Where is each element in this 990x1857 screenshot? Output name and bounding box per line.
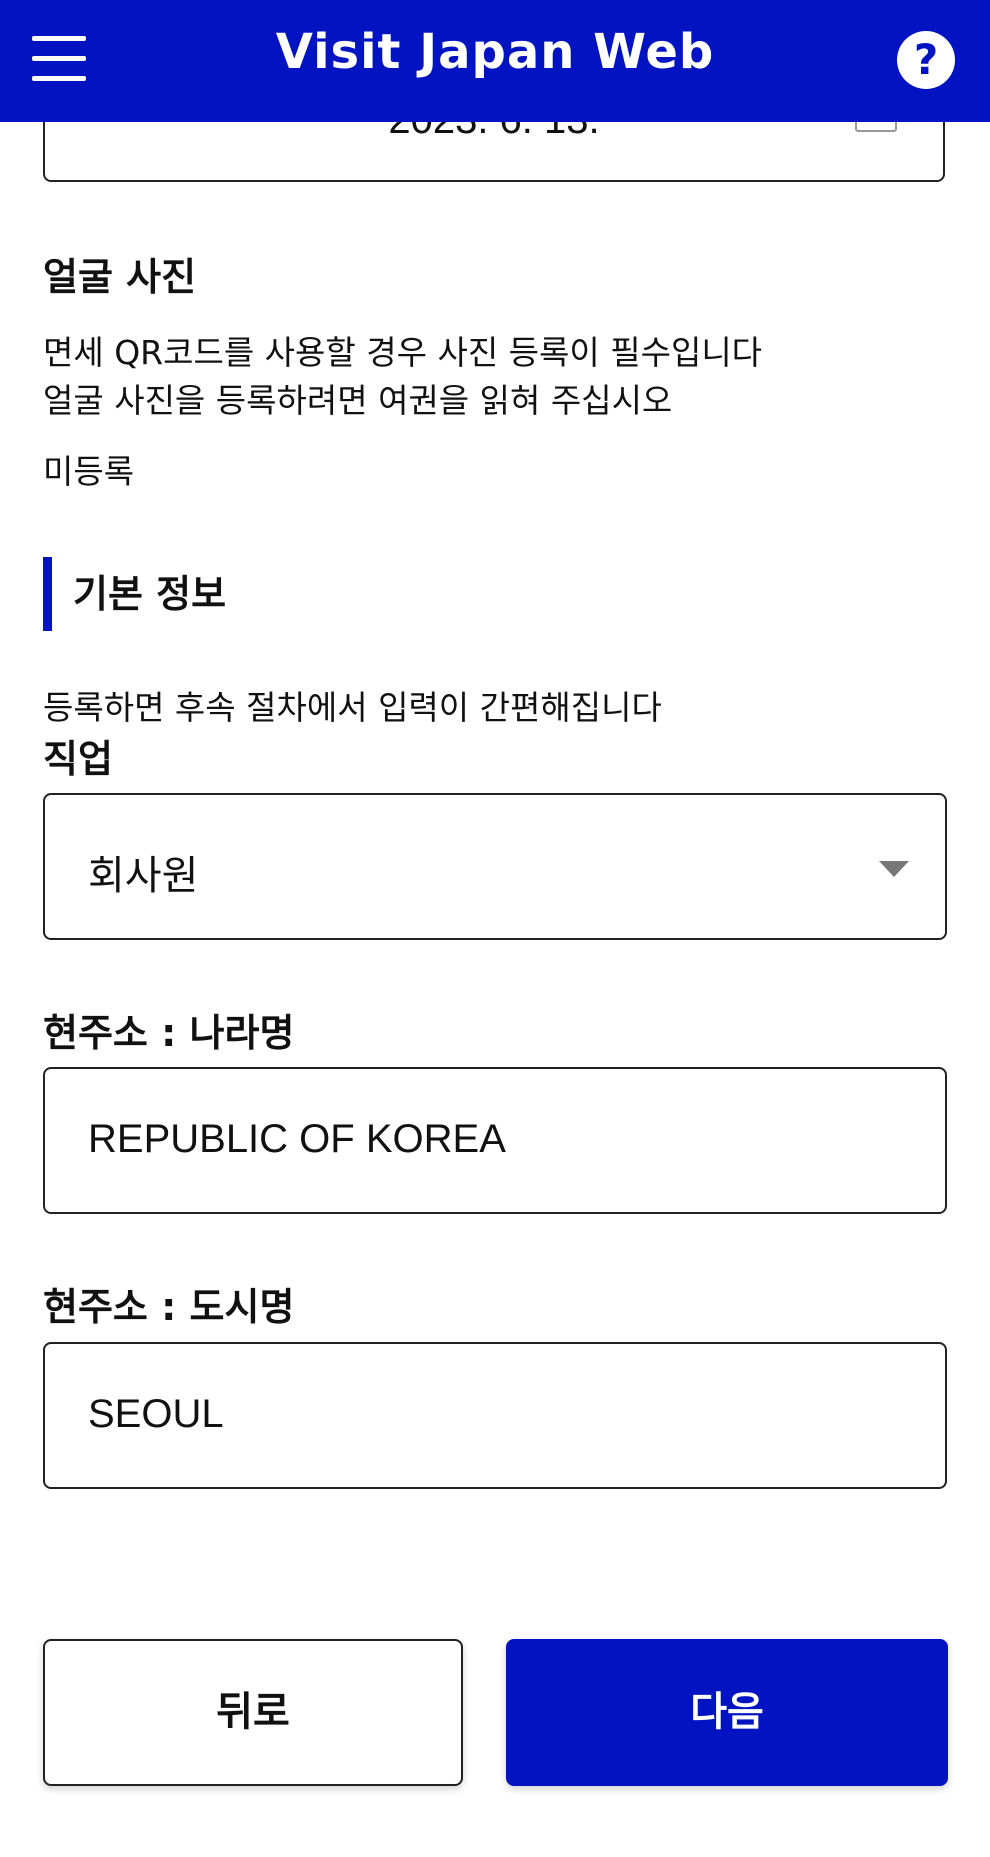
face-photo-status: 미등록 bbox=[43, 452, 135, 491]
app-title: Visit Japan Web bbox=[275, 24, 715, 80]
country-value: REPUBLIC OF KOREA bbox=[88, 1117, 506, 1161]
country-input[interactable]: REPUBLIC OF KOREA bbox=[43, 1067, 947, 1214]
back-button[interactable]: 뒤로 bbox=[43, 1639, 463, 1786]
occupation-selected-value: 회사원 bbox=[88, 853, 199, 899]
face-photo-description-line2: 얼굴 사진을 등록하려면 여권을 읽혀 주십시오 bbox=[43, 381, 673, 420]
city-value: SEOUL bbox=[88, 1392, 224, 1436]
occupation-select[interactable]: 회사원 bbox=[43, 793, 947, 940]
chevron-down-icon bbox=[879, 861, 909, 877]
face-photo-label: 얼굴 사진 bbox=[43, 255, 197, 299]
help-icon[interactable]: ? bbox=[897, 31, 955, 89]
occupation-label: 직업 bbox=[43, 737, 113, 781]
app-header: Visit Japan Web ? bbox=[0, 0, 990, 122]
next-button[interactable]: 다음 bbox=[506, 1639, 948, 1786]
country-label: 현주소 : 나라명 bbox=[43, 1011, 295, 1055]
city-label: 현주소 : 도시명 bbox=[43, 1285, 295, 1329]
basic-info-heading: 기본 정보 bbox=[43, 557, 226, 631]
face-photo-description-line1: 면세 QR코드를 사용할 경우 사진 등록이 필수입니다 bbox=[43, 333, 763, 372]
basic-info-description: 등록하면 후속 절차에서 입력이 간편해집니다 bbox=[43, 688, 662, 727]
city-input[interactable]: SEOUL bbox=[43, 1342, 947, 1489]
